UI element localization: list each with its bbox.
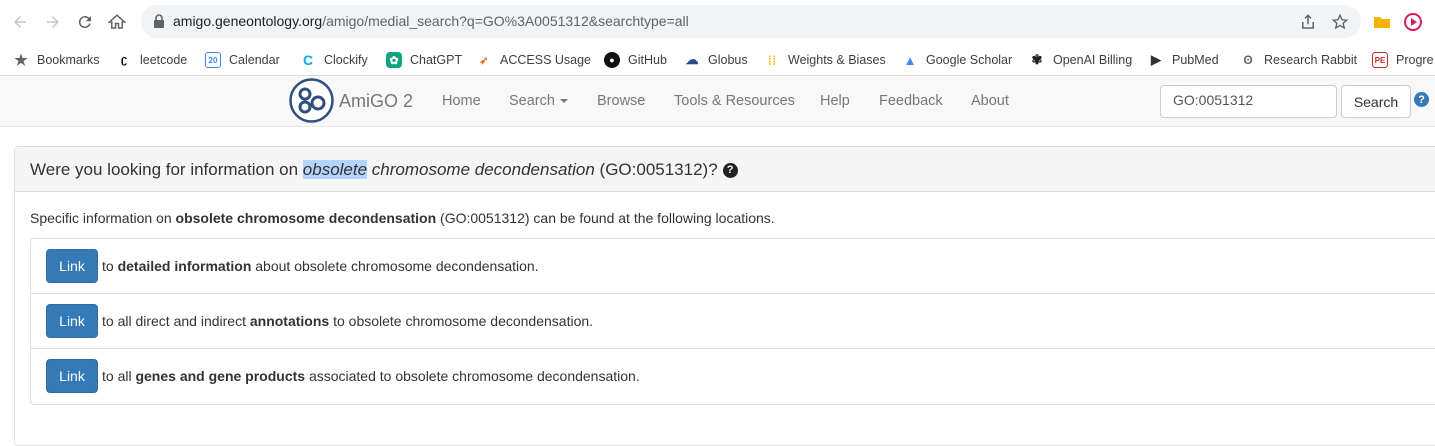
bookmark-label: PubMed bbox=[1172, 53, 1219, 67]
bookmark-leetcode[interactable]: ʗ leetcode bbox=[116, 49, 187, 71]
bookmark-label: ACCESS Usage bbox=[500, 53, 592, 67]
pe-icon: PE bbox=[1372, 52, 1388, 68]
bookmark-label: OpenAI Billing bbox=[1053, 53, 1133, 67]
leetcode-icon: ʗ bbox=[120, 54, 128, 66]
pubmed-icon: ▶ bbox=[1151, 52, 1161, 67]
selected-text: obsolete bbox=[302, 160, 368, 179]
medial-search-panel: Were you looking for information on obso… bbox=[14, 146, 1435, 446]
bookmark-label: leetcode bbox=[140, 53, 188, 67]
question-circle-icon[interactable]: ? bbox=[722, 163, 738, 178]
nav-search-label: Search bbox=[509, 93, 555, 109]
calendar-icon: 20 bbox=[205, 52, 221, 68]
list-item-text: to all direct and indirect annotations t… bbox=[102, 313, 594, 329]
nav-home[interactable]: Home bbox=[442, 93, 481, 109]
chatgpt-icon: ✿ bbox=[386, 52, 402, 68]
caret-down-icon bbox=[559, 99, 568, 104]
bookmark-label: Research Rabbit bbox=[1264, 53, 1358, 67]
lock-icon bbox=[154, 14, 164, 28]
nav-feedback[interactable]: Feedback bbox=[879, 93, 943, 109]
nav-about[interactable]: About bbox=[971, 93, 1009, 109]
github-icon: ● bbox=[604, 52, 620, 68]
openai-icon: ✾ bbox=[1031, 52, 1043, 67]
nav-search-dropdown[interactable]: Search bbox=[509, 93, 568, 109]
bookmark-chatgpt[interactable]: ✿ ChatGPT bbox=[386, 49, 462, 71]
list-item: Link to all direct and indirect annotati… bbox=[31, 294, 1435, 349]
bookmark-progre[interactable]: PE Progre bbox=[1372, 49, 1434, 71]
bookmarks-bar: ★ Bookmarks ʗ leetcode 20 Calendar C Clo… bbox=[0, 44, 1435, 76]
bookmark-github[interactable]: ● GitHub bbox=[604, 49, 667, 71]
rabbit-icon: ʘ bbox=[1243, 53, 1253, 67]
media-icon[interactable] bbox=[1403, 12, 1423, 32]
list-item-text: to all genes and gene products associate… bbox=[102, 368, 640, 384]
page-title: Were you looking for information on obso… bbox=[30, 160, 738, 180]
bookmark-label: Weights & Biases bbox=[788, 53, 886, 67]
help-icon[interactable]: ? bbox=[1414, 92, 1429, 107]
bookmark-calendar[interactable]: 20 Calendar bbox=[205, 49, 280, 71]
list-item-text: to detailed information about obsolete c… bbox=[102, 258, 539, 274]
bookmark-label: Google Scholar bbox=[926, 53, 1013, 67]
search-input[interactable]: GO:0051312 bbox=[1160, 85, 1337, 118]
gene-products-link-button[interactable]: Link bbox=[46, 359, 98, 393]
brand-name[interactable]: AmiGO 2 bbox=[339, 91, 413, 112]
star-icon: ★ bbox=[14, 52, 28, 69]
panel-heading: Were you looking for information on obso… bbox=[15, 147, 1435, 192]
share-icon[interactable] bbox=[1299, 13, 1317, 31]
bookmark-globus[interactable]: ☁ Globus bbox=[684, 49, 748, 71]
site-navbar: AmiGO 2 Home Search Browse Tools & Resou… bbox=[0, 76, 1435, 127]
clockify-icon: C bbox=[302, 52, 314, 68]
bookmark-label: Calendar bbox=[229, 53, 280, 67]
bookmark-label: GitHub bbox=[628, 53, 667, 67]
url-text: amigo.geneontology.org/amigo/medial_sear… bbox=[173, 13, 689, 29]
nav-tools-resources[interactable]: Tools & Resources bbox=[674, 93, 795, 109]
bookmark-star-icon[interactable] bbox=[1331, 13, 1349, 31]
bookmark-label: Progre bbox=[1396, 53, 1434, 67]
list-item: Link to all genes and gene products asso… bbox=[31, 349, 1435, 404]
access-icon: ➶ bbox=[479, 54, 489, 67]
bookmark-label: ChatGPT bbox=[410, 53, 463, 67]
bookmark-clockify[interactable]: C Clockify bbox=[300, 49, 368, 71]
globus-icon: ☁ bbox=[685, 52, 699, 67]
bookmark-research-rabbit[interactable]: ʘ Research Rabbit bbox=[1240, 49, 1357, 71]
wandb-icon: ⁞⁞ bbox=[767, 52, 777, 68]
bookmark-label: Clockify bbox=[324, 53, 368, 67]
browser-toolbar: amigo.geneontology.org/amigo/medial_sear… bbox=[0, 0, 1435, 44]
back-icon[interactable] bbox=[8, 10, 32, 34]
detailed-info-link-button[interactable]: Link bbox=[46, 249, 98, 283]
bookmark-label: Globus bbox=[708, 53, 748, 67]
list-item: Link to detailed information about obsol… bbox=[31, 239, 1435, 294]
annotations-link-button[interactable]: Link bbox=[46, 304, 98, 338]
bookmark-wandb[interactable]: ⁞⁞ Weights & Biases bbox=[764, 49, 886, 71]
bookmark-scholar[interactable]: ▲ Google Scholar bbox=[902, 49, 1013, 71]
nav-help[interactable]: Help bbox=[820, 93, 850, 109]
search-button[interactable]: Search bbox=[1341, 85, 1411, 118]
folder-icon[interactable] bbox=[1372, 12, 1392, 32]
reload-icon[interactable] bbox=[73, 10, 97, 34]
bookmark-label: Bookmarks bbox=[37, 53, 100, 67]
bookmark-bookmarks[interactable]: ★ Bookmarks bbox=[13, 49, 100, 71]
bookmark-access[interactable]: ➶ ACCESS Usage bbox=[476, 49, 591, 71]
intro-text: Specific information on obsolete chromos… bbox=[30, 210, 775, 226]
amigo-logo-icon[interactable] bbox=[289, 78, 334, 123]
address-bar[interactable]: amigo.geneontology.org/amigo/medial_sear… bbox=[141, 5, 1361, 38]
scholar-icon: ▲ bbox=[903, 52, 917, 68]
home-icon[interactable] bbox=[105, 10, 129, 34]
bookmark-openai[interactable]: ✾ OpenAI Billing bbox=[1029, 49, 1133, 71]
nav-browse[interactable]: Browse bbox=[597, 93, 645, 109]
forward-icon[interactable] bbox=[41, 10, 65, 34]
link-list: Link to detailed information about obsol… bbox=[30, 238, 1435, 405]
bookmark-pubmed[interactable]: ▶ PubMed bbox=[1148, 49, 1219, 71]
